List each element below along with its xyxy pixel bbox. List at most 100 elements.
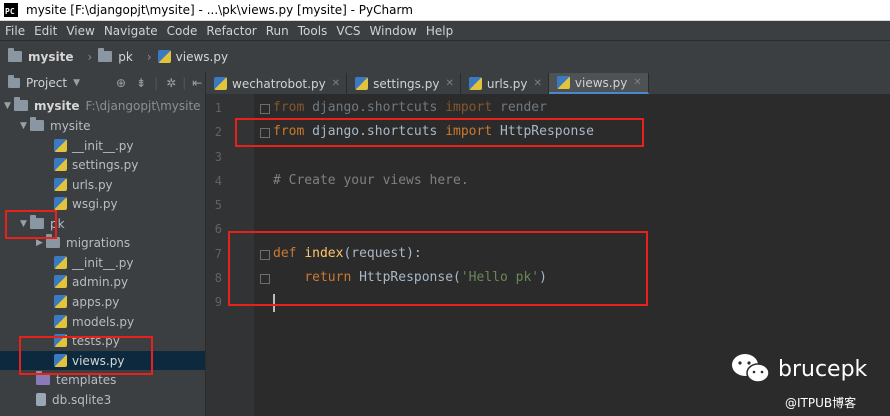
divider: | [182,76,187,90]
tree-item-label: __init__.py [72,138,134,153]
expanded-arrow-icon: ▼ [20,120,27,131]
tree-item-label: wsgi.py [72,196,118,211]
line-number: 9 [214,295,222,309]
tree-item-init[interactable]: __init__.py [54,136,134,155]
tree-item-label: admin.py [72,274,129,289]
python-file-icon [54,256,67,269]
breadcrumb-label: views.py [175,49,229,64]
hide-panel-icon[interactable]: ⇤ [192,76,202,90]
close-icon[interactable]: ✕ [633,77,641,88]
tab-label: views.py [574,75,628,90]
menu-run[interactable]: Run [266,24,289,38]
code-line-4-comment[interactable]: # Create your views here. [273,173,469,188]
menu-refactor[interactable]: Refactor [206,24,256,38]
line-number: 3 [214,150,222,164]
menu-code[interactable]: Code [167,24,198,38]
collapsed-arrow-icon: ▶ [36,237,43,248]
python-file-icon [54,139,67,152]
folder-icon [98,48,113,62]
project-view-selector[interactable]: Project [26,76,67,90]
menu-help[interactable]: Help [426,24,453,38]
annotation-box-views-file [19,336,153,375]
project-icon [8,75,20,88]
breadcrumb-item-mysite[interactable]: mysite [8,48,74,64]
module-name: django.shortcuts [304,100,446,115]
menu-file[interactable]: File [5,24,25,38]
breadcrumb-item-pk[interactable]: › pk [81,48,133,64]
line-number: 1 [214,101,222,115]
gear-icon[interactable]: ✲ [166,76,176,90]
import-name: render [492,100,547,115]
chevron-right-icon: › [87,49,93,64]
tab-urls[interactable]: urls.py ✕ [461,73,549,94]
sync-icon[interactable]: ⊕ [116,76,126,90]
python-file-icon [54,275,67,288]
watermark-source: @ITPUB博客 [785,396,857,410]
tree-item-label: models.py [72,314,135,329]
python-file-icon [556,76,570,89]
menu-tools[interactable]: Tools [298,24,328,38]
tree-item-label: settings.py [72,157,139,172]
tree-item-label: db.sqlite3 [52,392,112,407]
tree-item-settings[interactable]: settings.py [54,155,138,174]
database-file-icon [36,393,46,406]
window-title: mysite [F:\djangopjt\mysite] - ...\pk\vi… [26,3,413,17]
line-number: 5 [214,198,222,212]
tab-settings[interactable]: settings.py ✕ [347,73,461,94]
editor-tabs: wechatrobot.py ✕ settings.py ✕ urls.py ✕… [206,72,890,94]
tree-item-apps[interactable]: apps.py [54,292,119,311]
tree-item-init[interactable]: __init__.py [54,253,134,272]
tree-item-label: migrations [66,235,131,250]
keyword: from [273,100,305,115]
tree-item-label: mysite [50,118,91,133]
keyword: import [445,100,493,115]
expanded-arrow-icon: ▼ [4,100,11,111]
menu-edit[interactable]: Edit [34,24,57,38]
python-file-icon [355,77,369,90]
chevron-right-icon: › [146,49,152,64]
menu-window[interactable]: Window [370,24,417,38]
tree-item-urls[interactable]: urls.py [54,175,113,194]
tree-item-db[interactable]: db.sqlite3 [36,390,111,409]
menu-vcs[interactable]: VCS [336,24,360,38]
python-file-icon [54,178,67,191]
fold-marker-icon[interactable] [260,104,270,114]
divider: | [154,76,159,90]
breadcrumb-item-views[interactable]: › views.py [141,50,228,64]
code-line-1[interactable]: from django.shortcuts import render [273,100,547,115]
annotation-box-import [235,118,644,147]
tree-item-label: mysite [34,98,80,113]
watermark: brucepk [730,352,867,386]
python-file-icon [54,295,67,308]
line-number: 8 [214,271,222,285]
close-icon[interactable]: ✕ [445,78,453,89]
python-file-icon [468,77,482,90]
line-number: 4 [214,174,222,188]
close-icon[interactable]: ✕ [332,78,340,89]
chevron-down-icon[interactable]: ▼ [73,78,80,88]
annotation-box-pk-folder [5,210,57,239]
tree-item-label: __init__.py [72,255,134,270]
wechat-logo-icon [732,354,770,383]
folder-icon [36,371,50,385]
tree-item-mysite[interactable]: ▼ mysite [20,116,90,135]
tab-views-active[interactable]: views.py ✕ [548,73,649,94]
menu-navigate[interactable]: Navigate [104,24,158,38]
watermark-name: brucepk [778,356,868,382]
breadcrumb-label: mysite [28,49,74,64]
tree-item-path: F:\djangopjt\mysite [85,98,201,113]
close-icon[interactable]: ✕ [534,78,542,89]
line-number: 2 [214,125,222,139]
collapse-all-icon[interactable]: ⇟ [136,76,146,90]
tree-item-wsgi[interactable]: wsgi.py [54,194,118,213]
menu-view[interactable]: View [66,24,94,38]
python-file-icon [54,315,67,328]
tab-wechatrobot[interactable]: wechatrobot.py ✕ [206,73,348,94]
tree-item-models[interactable]: models.py [54,312,134,331]
project-panel-header: Project ▼ ⊕ ⇟ | ✲ | ⇤ [0,72,205,95]
folder-icon [30,117,44,131]
tree-item-mysite-root[interactable]: ▼ mysite F:\djangopjt\mysite [4,96,201,115]
window-titlebar: PC mysite [F:\djangopjt\mysite] - ...\pk… [0,0,890,21]
python-file-icon [54,197,67,210]
tree-item-admin[interactable]: admin.py [54,272,128,291]
